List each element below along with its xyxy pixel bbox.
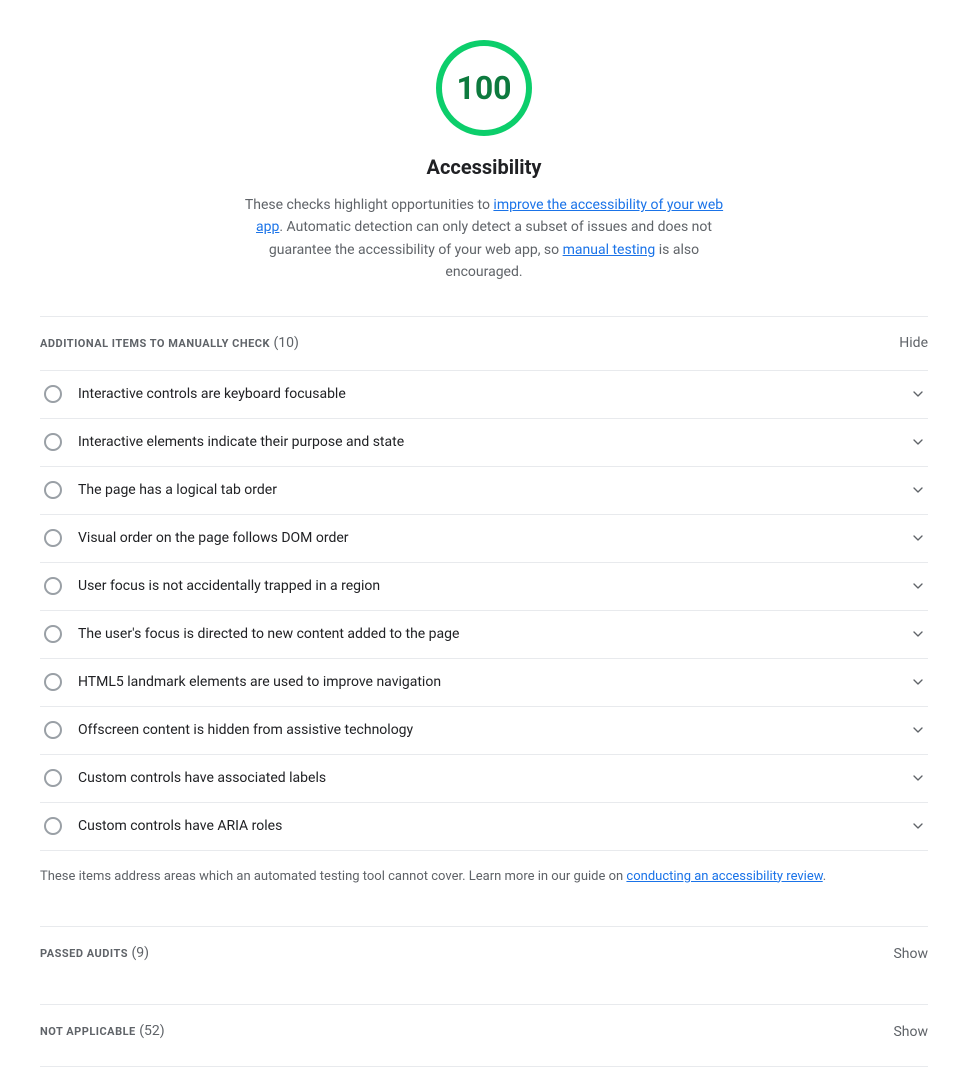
item-text-3: Visual order on the page follows DOM ord…: [78, 528, 908, 549]
item-circle-1: [44, 433, 62, 451]
item-circle-0: [44, 385, 62, 403]
checklist-item-1[interactable]: Interactive elements indicate their purp…: [40, 419, 928, 467]
item-text-2: The page has a logical tab order: [78, 480, 908, 501]
score-description: These checks highlight opportunities to …: [244, 194, 724, 284]
item-text-6: HTML5 landmark elements are used to impr…: [78, 672, 908, 693]
item-text-9: Custom controls have ARIA roles: [78, 816, 908, 837]
chevron-down-icon-4: [908, 576, 928, 596]
chevron-down-icon-2: [908, 480, 928, 500]
additional-items-header: ADDITIONAL ITEMS TO MANUALLY CHECK (10) …: [40, 317, 928, 370]
item-text-7: Offscreen content is hidden from assisti…: [78, 720, 908, 741]
not-applicable-header: NOT APPLICABLE (52) Show: [40, 1005, 928, 1058]
checklist-item-0[interactable]: Interactive controls are keyboard focusa…: [40, 371, 928, 419]
not-applicable-label-group: NOT APPLICABLE (52): [40, 1021, 165, 1042]
chevron-down-icon-6: [908, 672, 928, 692]
passed-audits-count: (9): [131, 945, 149, 961]
item-circle-9: [44, 817, 62, 835]
passed-audits-label-group: PASSED AUDITS (9): [40, 943, 149, 964]
passed-audits-label: PASSED AUDITS: [40, 947, 128, 960]
chevron-down-icon-1: [908, 432, 928, 452]
show-not-applicable-button[interactable]: Show: [893, 1024, 928, 1040]
item-circle-5: [44, 625, 62, 643]
score-section: 100 Accessibility These checks highlight…: [40, 40, 928, 284]
additional-items-label-group: ADDITIONAL ITEMS TO MANUALLY CHECK (10): [40, 333, 299, 354]
item-circle-3: [44, 529, 62, 547]
passed-audits-header: PASSED AUDITS (9) Show: [40, 927, 928, 980]
additional-items-label: ADDITIONAL ITEMS TO MANUALLY CHECK: [40, 337, 270, 350]
score-circle: 100: [436, 40, 532, 136]
item-circle-4: [44, 577, 62, 595]
footer-note: These items address areas which an autom…: [40, 851, 928, 903]
chevron-down-icon-3: [908, 528, 928, 548]
additional-items-section: ADDITIONAL ITEMS TO MANUALLY CHECK (10) …: [40, 316, 928, 903]
footer-prefix: These items address areas which an autom…: [40, 869, 626, 884]
checklist-item-9[interactable]: Custom controls have ARIA roles: [40, 803, 928, 851]
item-circle-2: [44, 481, 62, 499]
manual-testing-link[interactable]: manual testing: [563, 242, 656, 258]
checklist-item-8[interactable]: Custom controls have associated labels: [40, 755, 928, 803]
show-passed-button[interactable]: Show: [893, 946, 928, 962]
chevron-down-icon-0: [908, 384, 928, 404]
item-circle-8: [44, 769, 62, 787]
additional-items-count: (10): [273, 335, 298, 351]
chevron-down-icon-5: [908, 624, 928, 644]
page-title: Accessibility: [427, 152, 542, 182]
item-text-8: Custom controls have associated labels: [78, 768, 908, 789]
checklist-item-4[interactable]: User focus is not accidentally trapped i…: [40, 563, 928, 611]
item-circle-7: [44, 721, 62, 739]
checklist-item-3[interactable]: Visual order on the page follows DOM ord…: [40, 515, 928, 563]
item-text-4: User focus is not accidentally trapped i…: [78, 576, 908, 597]
chevron-down-icon-9: [908, 816, 928, 836]
not-applicable-label: NOT APPLICABLE: [40, 1025, 136, 1038]
item-text-1: Interactive elements indicate their purp…: [78, 432, 908, 453]
chevron-down-icon-8: [908, 768, 928, 788]
not-applicable-count: (52): [139, 1023, 164, 1039]
checklist-item-5[interactable]: The user's focus is directed to new cont…: [40, 611, 928, 659]
hide-button[interactable]: Hide: [899, 335, 928, 351]
item-circle-6: [44, 673, 62, 691]
item-text-5: The user's focus is directed to new cont…: [78, 624, 908, 645]
checklist-item-6[interactable]: HTML5 landmark elements are used to impr…: [40, 659, 928, 707]
footer-suffix: .: [823, 869, 826, 884]
passed-audits-section: PASSED AUDITS (9) Show: [40, 926, 928, 980]
checklist: Interactive controls are keyboard focusa…: [40, 370, 928, 851]
chevron-down-icon-7: [908, 720, 928, 740]
checklist-item-2[interactable]: The page has a logical tab order: [40, 467, 928, 515]
description-prefix: These checks highlight opportunities to: [245, 197, 494, 213]
item-text-0: Interactive controls are keyboard focusa…: [78, 384, 908, 405]
checklist-item-7[interactable]: Offscreen content is hidden from assisti…: [40, 707, 928, 755]
score-value: 100: [456, 64, 511, 112]
accessibility-review-link[interactable]: conducting an accessibility review: [626, 869, 822, 884]
